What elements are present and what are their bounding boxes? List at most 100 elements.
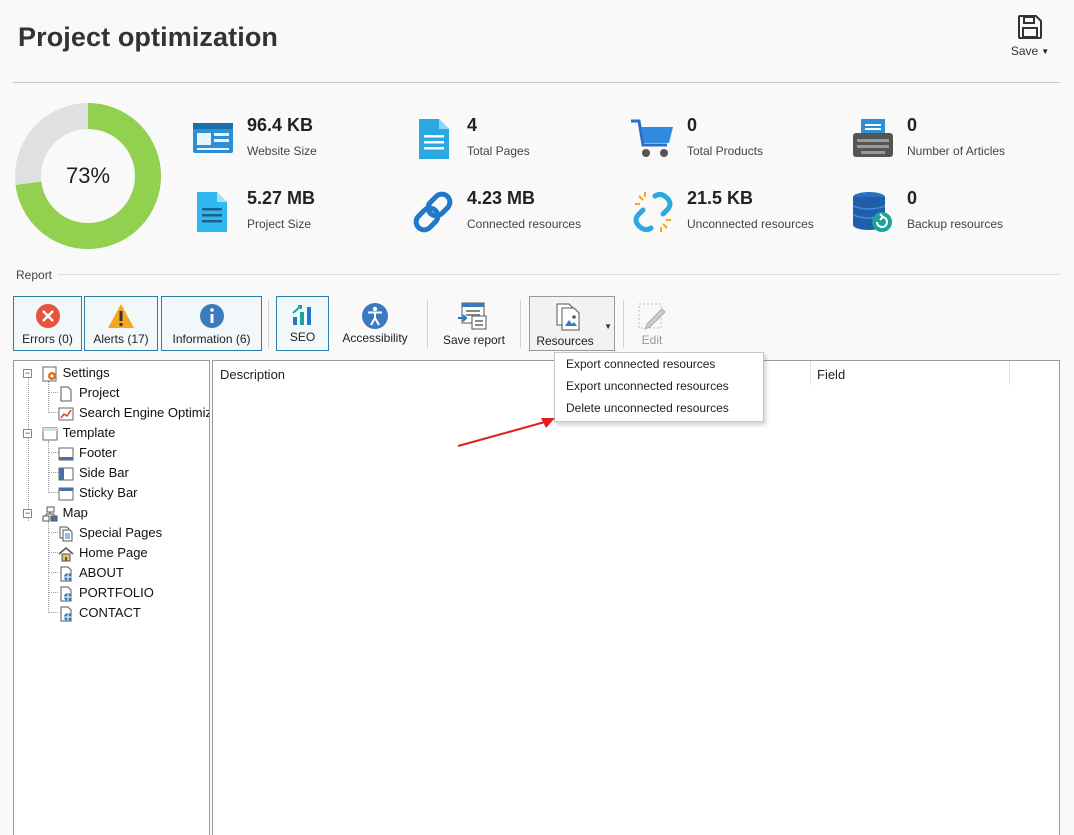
cart-icon [631,119,673,157]
tree-connector [48,572,58,573]
tree-connector [48,441,49,493]
tree-item-label: Sticky Bar [79,485,138,500]
accessibility-button[interactable]: Accessibility [339,296,411,351]
tree-item-map[interactable]: − Map [23,503,88,523]
stat-articles: 0 Number of Articles [851,115,1051,163]
collapse-toggle[interactable]: − [23,509,32,518]
tree-item-settings[interactable]: − Settings [23,363,110,383]
stat-total-products: 0 Total Products [631,115,831,163]
save-button[interactable]: Save ▼ [1004,14,1056,66]
tree-connector [48,592,58,593]
tree-item-project[interactable]: Project [58,383,119,403]
seo-button[interactable]: SEO [276,296,329,351]
stat-label: Connected resources [467,217,582,231]
page-icon [60,386,72,402]
tree-item-sticky-bar[interactable]: Sticky Bar [58,483,138,503]
sticky-bar-icon [58,487,74,501]
tree-connector [48,392,58,393]
tree-connector [48,381,49,413]
errors-label: Errors (0) [22,332,73,346]
stat-label: Number of Articles [907,144,1006,158]
edit-button[interactable]: Edit [630,296,674,351]
web-page-icon [60,606,72,622]
stat-website-size: 96.4 KB Website Size [191,115,391,163]
report-section-label: Report [16,268,53,282]
web-page-icon [60,586,72,602]
tree-connector [48,492,58,493]
tree-item-home-page[interactable]: Home Page [58,543,148,563]
tree-item-label: Search Engine Optimization [79,405,209,420]
information-button[interactable]: Information (6) [161,296,262,351]
settings-icon [42,366,57,382]
stat-value: 4 [467,115,478,135]
collapse-toggle[interactable]: − [23,429,32,438]
resources-dropdown-button[interactable]: Resources ▼ [529,296,615,351]
alerts-label: Alerts (17) [93,332,149,346]
toolbar-separator [268,300,269,348]
tree-connector [48,552,58,553]
tree-item-side-bar[interactable]: Side Bar [58,463,129,483]
tree-item-footer[interactable]: Footer [58,443,117,463]
collapse-toggle[interactable]: − [23,369,32,378]
tree-item-portfolio[interactable]: PORTFOLIO [58,583,154,603]
broken-link-icon [633,191,673,233]
stat-backup-resources: 0 Backup resources [851,188,1051,236]
tree-item-label: Side Bar [79,465,129,480]
stat-label: Unconnected resources [687,217,814,231]
menu-item-delete-unconnected[interactable]: Delete unconnected resources [555,397,763,419]
save-report-icon [458,302,487,330]
tree-connector [48,412,58,413]
stat-label: Total Products [687,144,764,158]
stat-value: 4.23 MB [467,188,536,208]
stat-total-pages: 4 Total Pages [411,115,611,163]
tree-item-label: CONTACT [79,605,141,620]
edit-label: Edit [641,333,663,347]
tree-item-seo[interactable]: Search Engine Optimization [58,403,209,423]
stat-project-size: 5.27 MB Project Size [191,188,391,236]
tree-item-label: Project [79,385,120,400]
tree-connector [48,521,49,613]
errors-button[interactable]: Errors (0) [13,296,82,351]
seo-label: SEO [289,330,316,344]
page-title: Project optimization [18,22,279,52]
stat-value: 96.4 KB [247,115,314,135]
tree-connector [48,472,58,473]
tree-item-about[interactable]: ABOUT [58,563,124,583]
column-divider[interactable] [810,361,811,385]
column-header-description[interactable]: Description [220,367,285,382]
template-icon [42,427,58,441]
link-icon [413,191,453,233]
column-divider[interactable] [1009,361,1010,385]
menu-item-export-unconnected[interactable]: Export unconnected resources [555,375,763,397]
tree-item-label: Map [62,505,88,520]
toolbar-separator [520,300,521,348]
tree-connector [48,612,58,613]
tree-connector [28,377,29,521]
information-label: Information (6) [172,332,251,346]
save-report-button[interactable]: Save report [437,296,511,351]
footer-icon [58,447,74,461]
resources-menu: Export connected resources Export unconn… [554,352,764,422]
save-label: Save [1010,44,1039,58]
info-icon [199,304,224,328]
menu-item-export-connected[interactable]: Export connected resources [555,353,763,375]
stat-label: Total Pages [467,144,530,158]
report-grid: Description Field [212,360,1060,835]
tree-item-template[interactable]: − Template [23,423,115,443]
stat-label: Website Size [247,144,317,158]
tree-item-label: Footer [79,445,117,460]
tree-item-special-pages[interactable]: Special Pages [58,523,162,543]
tree-item-contact[interactable]: CONTACT [58,603,141,623]
alerts-button[interactable]: Alerts (17) [84,296,158,351]
tree-connector [48,452,58,453]
tree-item-label: Settings [62,365,110,380]
database-backup-icon [852,192,892,232]
stat-value: 0 [907,188,918,208]
header-divider [13,82,1060,83]
column-header-field[interactable]: Field [817,367,845,382]
stat-unconnected-resources: 21.5 KB Unconnected resources [631,188,831,236]
stat-value: 21.5 KB [687,188,754,208]
warning-icon [108,304,134,328]
edit-icon [638,303,666,330]
error-icon [35,304,60,328]
